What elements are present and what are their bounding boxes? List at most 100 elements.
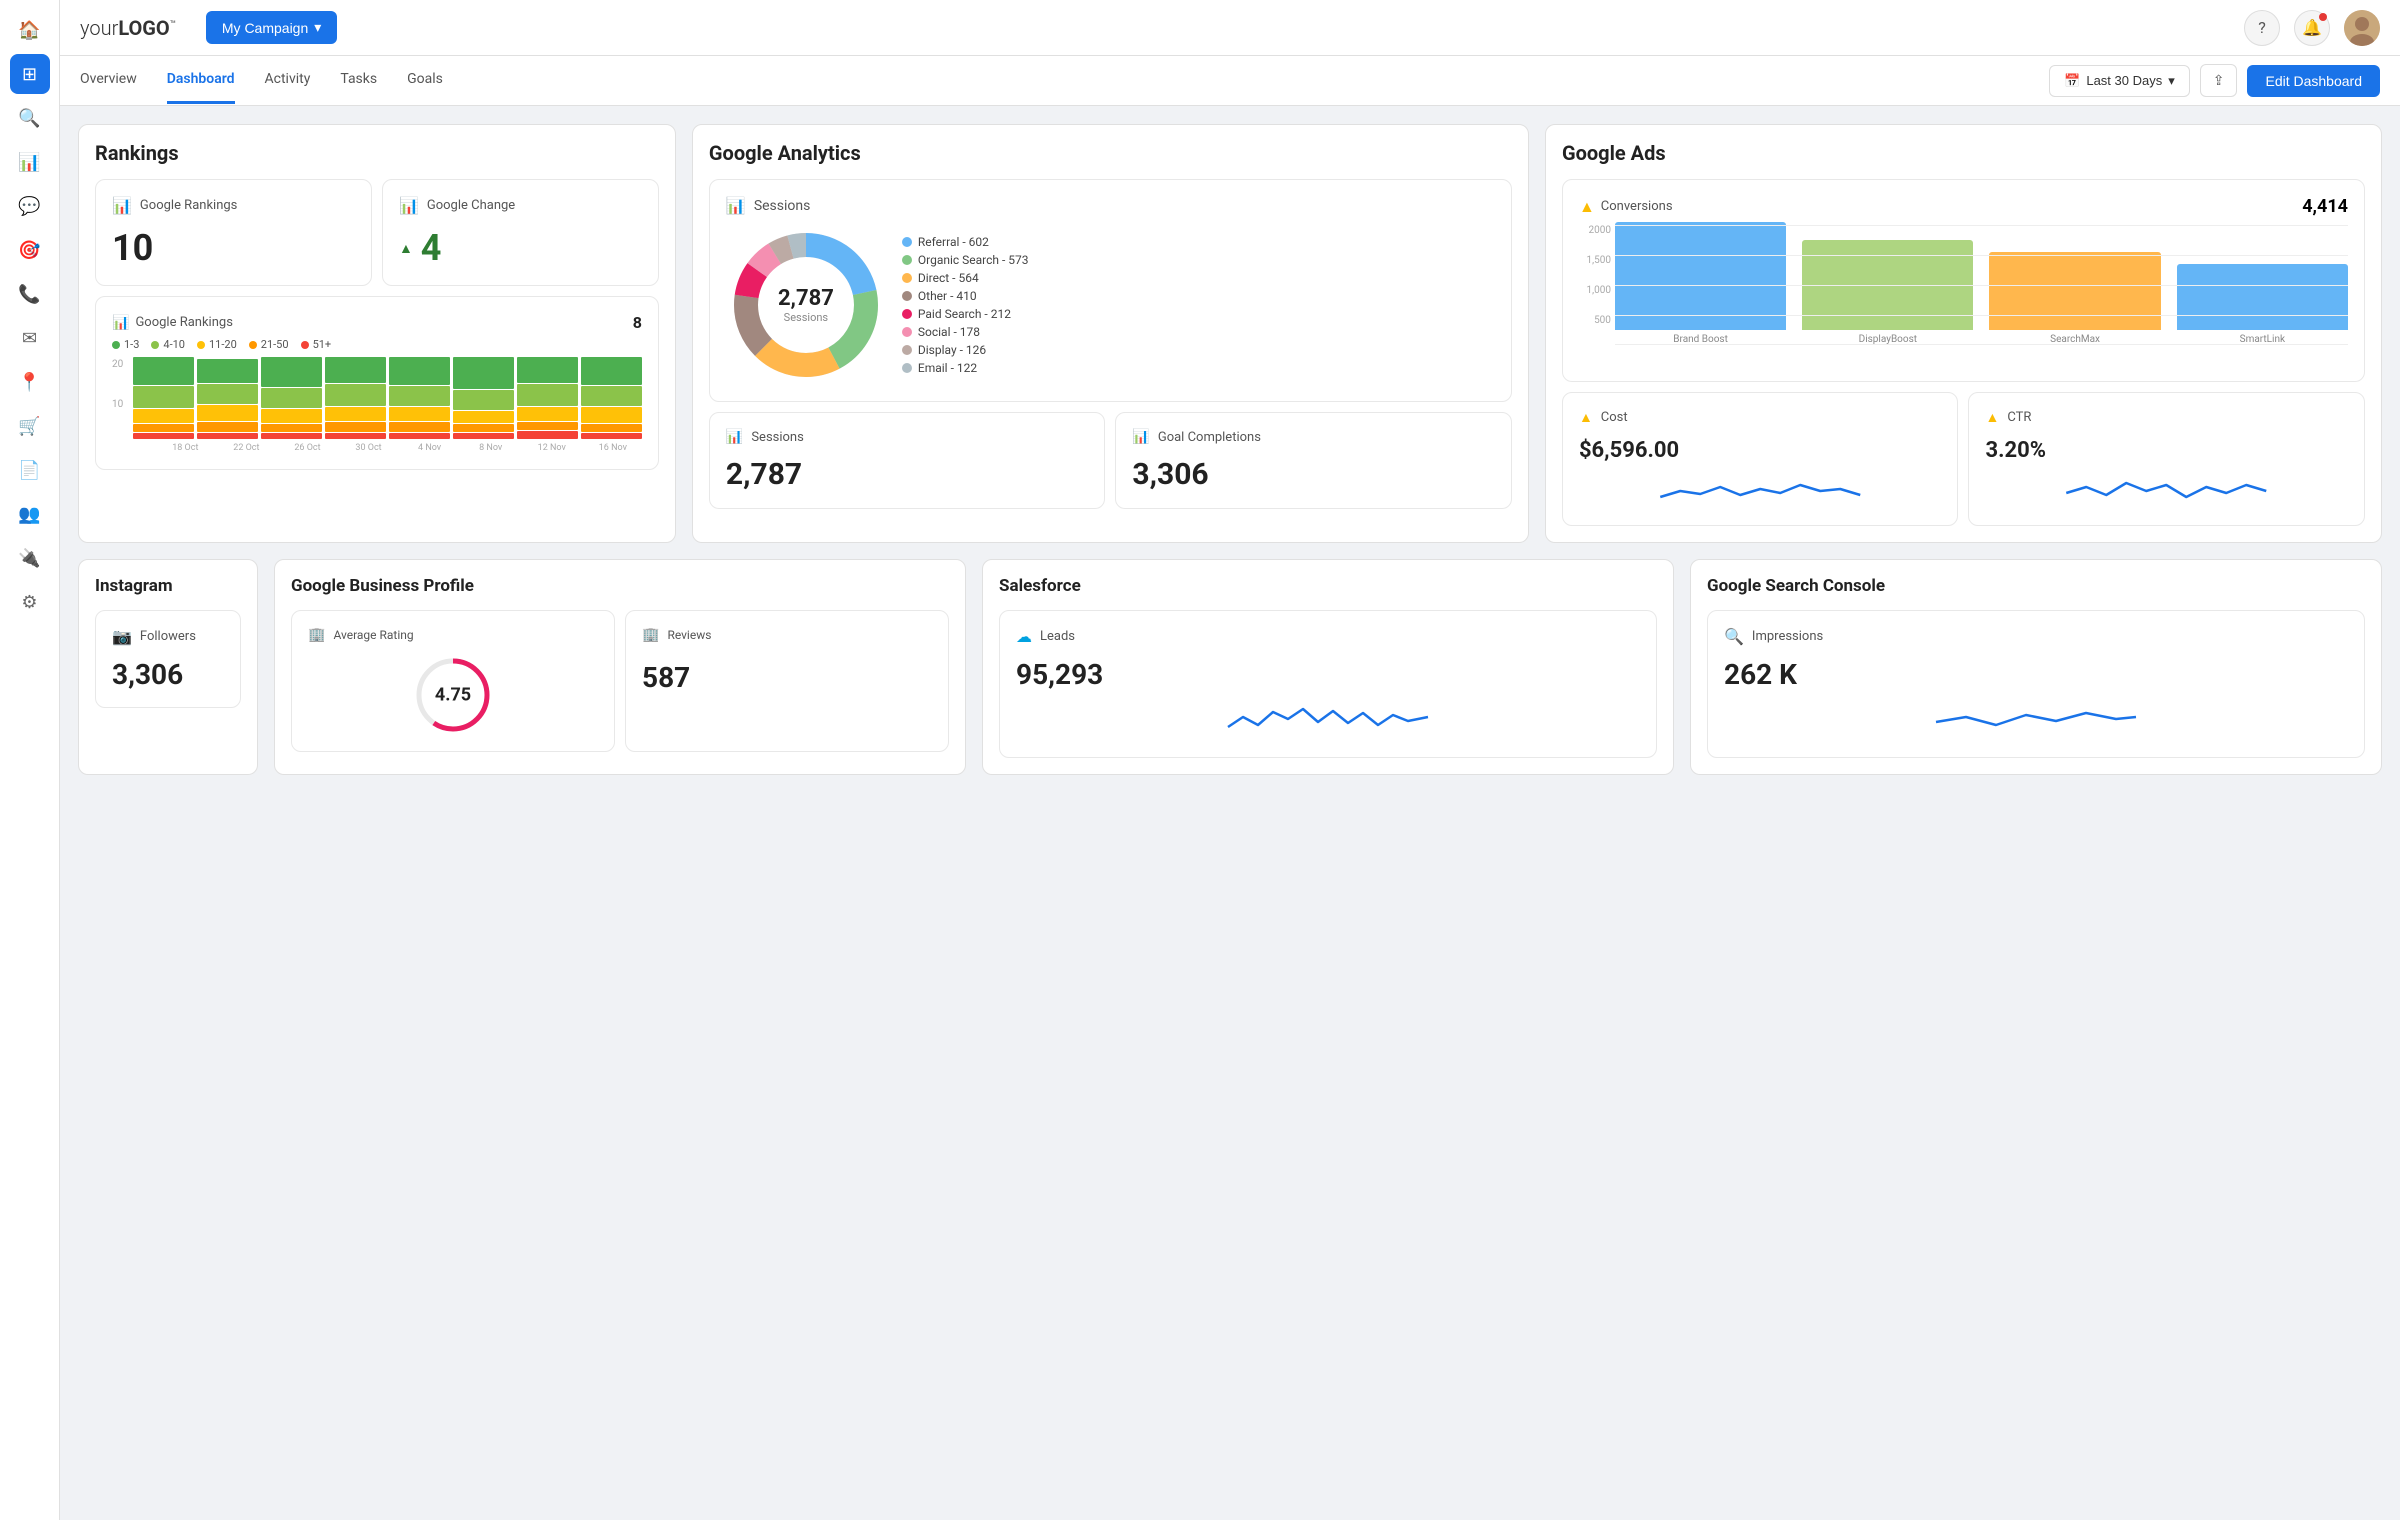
leads-sparkline xyxy=(1016,697,1640,737)
google-ads-section: Google Ads ▲ Conversions 4,414 2000 xyxy=(1545,124,2382,543)
help-button[interactable]: ? xyxy=(2244,10,2280,46)
tab-overview[interactable]: Overview xyxy=(80,57,137,104)
bar-chart-icon: 📊 xyxy=(112,196,132,215)
bar-seg-green xyxy=(133,357,194,385)
sidebar-location[interactable]: 📍 xyxy=(10,362,50,402)
sidebar-mail[interactable]: ✉ xyxy=(10,318,50,358)
sessions-card-icon: 📊 xyxy=(726,429,743,445)
edit-dashboard-button[interactable]: Edit Dashboard xyxy=(2247,65,2380,97)
bar-seg-red xyxy=(581,433,642,439)
legend-1-3: 1-3 xyxy=(112,338,139,351)
date-filter-button[interactable]: 📅 Last 30 Days ▾ xyxy=(2049,65,2190,97)
business-cards: 🏢 Average Rating 4.75 xyxy=(291,610,949,752)
bar-group-6 xyxy=(453,357,514,439)
bar-seg-green xyxy=(581,357,642,385)
bar-seg-red xyxy=(389,433,450,439)
conv-chart-container: 2000 1,500 1,000 500 xyxy=(1579,225,2348,365)
legend-label-21-50: 21-50 xyxy=(261,338,289,351)
cost-icon: ▲ xyxy=(1579,409,1593,426)
share-button[interactable]: ⇪ xyxy=(2200,64,2238,97)
sidebar-target[interactable]: 🎯 xyxy=(10,230,50,270)
google-business-section: Google Business Profile 🏢 Average Rating xyxy=(274,559,966,775)
dot-social xyxy=(902,327,912,337)
rating-circle: 4.75 xyxy=(413,655,493,735)
bar-group-4 xyxy=(325,357,386,439)
top-navigation: yourLOGO™ My Campaign ▾ ? 🔔 xyxy=(60,0,2400,56)
legend-dot-4-10 xyxy=(151,341,159,349)
logo: yourLOGO™ xyxy=(80,16,176,40)
legend-51plus: 51+ xyxy=(301,338,332,351)
sidebar-cart[interactable]: 🛒 xyxy=(10,406,50,446)
legend-dot-21-50 xyxy=(249,341,257,349)
sidebar-doc[interactable]: 📄 xyxy=(10,450,50,490)
google-analytics-title: Google Analytics xyxy=(709,141,1512,165)
google-ads-title: Google Ads xyxy=(1562,141,2365,165)
bar-seg-lightgreen xyxy=(261,388,322,408)
cost-value: $6,596.00 xyxy=(1579,438,1942,463)
bar-seg-yellow xyxy=(133,409,194,423)
sidebar-plug[interactable]: 🔌 xyxy=(10,538,50,578)
tab-activity[interactable]: Activity xyxy=(265,57,311,104)
main-area: yourLOGO™ My Campaign ▾ ? 🔔 Overview Das… xyxy=(60,0,2400,1520)
search-console-title: Google Search Console xyxy=(1707,576,2365,596)
user-avatar[interactable] xyxy=(2344,10,2380,46)
google-change-value: 4 xyxy=(421,227,442,269)
sessions-card-header: 📊 Sessions xyxy=(726,429,1089,445)
tab-goals[interactable]: Goals xyxy=(407,57,443,104)
reviews-card: 🏢 Reviews 587 xyxy=(625,610,949,752)
bar-seg-lightgreen xyxy=(197,384,258,404)
sessions-donut-card: 📊 Sessions xyxy=(709,179,1512,402)
google-business-title: Google Business Profile xyxy=(291,576,949,596)
search-console-section: Google Search Console 🔍 Impressions 262 … xyxy=(1690,559,2382,775)
conversions-label: Conversions xyxy=(1601,199,1673,214)
legend-4-10: 4-10 xyxy=(151,338,185,351)
tab-dashboard[interactable]: Dashboard xyxy=(167,57,235,104)
leads-label: Leads xyxy=(1040,629,1075,644)
goal-label: Goal Completions xyxy=(1158,430,1261,445)
donut-center: 2,787 Sessions xyxy=(778,286,834,324)
legend-label-4-10: 4-10 xyxy=(163,338,185,351)
rankings-chart-card: 📊 Google Rankings 8 1-3 4-10 xyxy=(95,296,659,470)
donut-value: 2,787 xyxy=(778,286,834,311)
instagram-title: Instagram xyxy=(95,576,241,596)
ctr-value: 3.20% xyxy=(1985,438,2348,463)
bar-seg-yellow xyxy=(453,411,514,423)
bar-seg-red xyxy=(517,431,578,439)
reviews-value: 587 xyxy=(642,661,932,694)
cost-label: Cost xyxy=(1601,410,1628,425)
legend-label-51plus: 51+ xyxy=(313,338,332,351)
ads-bottom-row: ▲ Cost $6,596.00 ▲ CTR xyxy=(1562,392,2365,526)
sessions-header: 📊 Sessions xyxy=(726,196,1495,215)
label-social: Social - 178 xyxy=(918,325,980,339)
search-console-icon: 🔍 xyxy=(1724,627,1744,646)
instagram-section: Instagram 📷 Followers 3,306 xyxy=(78,559,258,775)
ctr-header: ▲ CTR xyxy=(1985,409,2348,426)
bar-group-8 xyxy=(581,357,642,439)
campaign-chevron: ▾ xyxy=(314,19,321,36)
sidebar-chat[interactable]: 💬 xyxy=(10,186,50,226)
followers-header: 📷 Followers xyxy=(112,627,224,646)
legend-other: Other - 410 xyxy=(902,289,1029,303)
sidebar-search[interactable]: 🔍 xyxy=(10,98,50,138)
dot-email xyxy=(902,363,912,373)
bar-seg-yellow xyxy=(389,407,450,421)
campaign-label: My Campaign xyxy=(222,20,308,36)
rankings-chart-count: 8 xyxy=(633,313,642,332)
bar-seg-yellow xyxy=(581,407,642,423)
leads-card: ☁ Leads 95,293 xyxy=(999,610,1657,758)
sessions-legend: Referral - 602 Organic Search - 573 Dire… xyxy=(902,235,1029,375)
sidebar-home[interactable]: 🏠 xyxy=(10,10,50,50)
notifications-button[interactable]: 🔔 xyxy=(2294,10,2330,46)
legend-organic: Organic Search - 573 xyxy=(902,253,1029,267)
legend-social: Social - 178 xyxy=(902,325,1029,339)
sidebar-chart[interactable]: 📊 xyxy=(10,142,50,182)
reviews-icon: 🏢 xyxy=(642,627,659,643)
sidebar-grid[interactable]: ⊞ xyxy=(10,54,50,94)
sidebar-people[interactable]: 👥 xyxy=(10,494,50,534)
tab-tasks[interactable]: Tasks xyxy=(340,57,377,104)
campaign-button[interactable]: My Campaign ▾ xyxy=(206,11,337,44)
sidebar-settings[interactable]: ⚙ xyxy=(10,582,50,622)
bar-seg-yellow xyxy=(261,409,322,423)
reviews-header: 🏢 Reviews xyxy=(642,627,932,643)
sidebar-phone[interactable]: 📞 xyxy=(10,274,50,314)
